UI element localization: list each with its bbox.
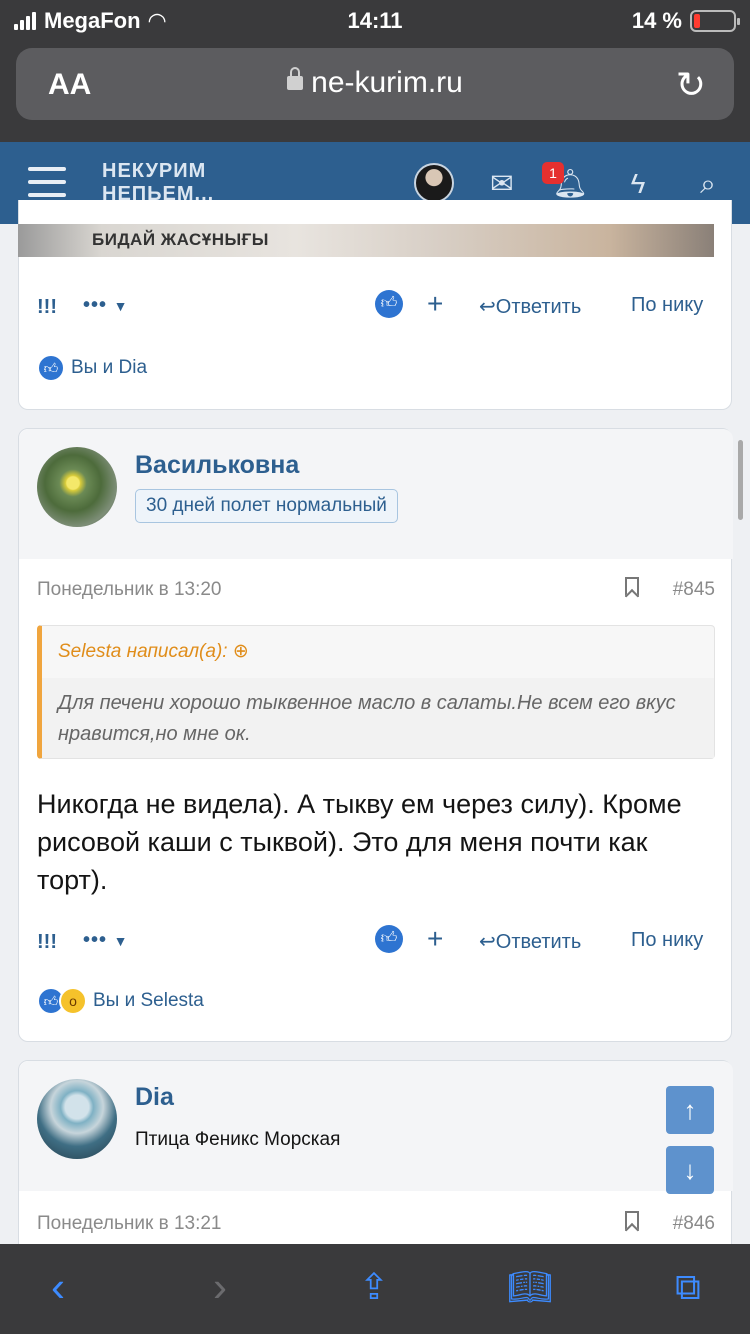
like-button[interactable]: 👍︎ [375,290,403,318]
bookmark-icon[interactable] [625,1211,639,1231]
image-caption: БИДАЙ ЖАСҰНЫҒЫ [92,230,269,249]
scroll-up-button[interactable]: ↑ [666,1086,714,1134]
more-dots: ••• [83,929,108,951]
post-meta: Понедельник в 13:21 #846 [37,1209,715,1239]
post-card-846: Dia Птица Феникс Морская Понедельник в 1… [18,1060,733,1260]
back-icon[interactable]: ‹ [28,1262,88,1312]
reactions-text: Вы и Selesta [93,990,204,1011]
arrow-down-icon: ↓ [683,1155,697,1185]
status-bar: MegaFon ◠ 14:11 14 % [0,0,750,42]
multiquote-button[interactable]: + [427,288,443,320]
like-button[interactable]: 👍︎ [375,925,403,953]
forward-icon[interactable]: › [190,1262,250,1312]
quote-author: Selesta написал(а): [58,641,228,662]
quote-text: Для печени хорошо тыквенное масло в сала… [42,678,714,758]
user-title: Птица Феникс Морская [135,1129,341,1150]
more-dots: ••• [83,294,108,316]
reactions-summary[interactable]: 👍︎ o Вы и Selesta [37,985,204,1017]
username[interactable]: Dia [135,1083,174,1112]
search-icon[interactable]: ⌕ [688,164,728,204]
by-nick-button[interactable]: По нику [631,294,703,317]
user-title-badge: 30 дней полет нормальный [135,489,398,523]
post-body: Никогда не видела). А тыкву ем через сил… [37,789,682,895]
by-nick-button[interactable]: По нику [631,929,703,952]
chevron-down-icon: ▼ [113,298,129,314]
scroll-down-button[interactable]: ↓ [666,1146,714,1194]
user-avatar[interactable] [37,1079,117,1159]
like-reaction-icon: 👍︎ [37,354,65,382]
reactions-summary[interactable]: 👍︎ Вы и Dia [37,352,147,384]
post-user-block: Dia Птица Феникс Морская [19,1061,733,1191]
reply-label: Ответить [495,931,582,953]
post-date[interactable]: Понедельник в 13:20 [37,579,222,601]
url-text: ne-kurim.ru [311,66,463,99]
thumbs-up-icon: 👍︎ [380,295,398,312]
post-card-845: Васильковна 30 дней полет нормальный Пон… [18,428,733,1042]
tabs-icon[interactable]: ⧉ [658,1262,718,1312]
more-menu-button[interactable]: ••• ▼ [83,294,128,317]
more-menu-button[interactable]: ••• ▼ [83,929,128,952]
quote-header[interactable]: Selesta написал(а): ⊕ [58,640,249,663]
reply-label: Ответить [495,296,582,318]
report-button[interactable]: !!! [37,931,57,954]
thumbs-up-icon: 👍︎ [380,930,398,947]
reply-button[interactable]: ↩Ответить [479,294,581,319]
notification-badge: 1 [542,162,564,184]
chevron-down-icon: ▼ [113,933,129,949]
browser-chrome-top: MegaFon ◠ 14:11 14 % AA ne-kurim.ru ↻ [0,0,750,142]
quote-block: Selesta написал(а): ⊕ Для печени хорошо … [37,625,715,759]
reply-icon: ↩ [479,931,496,953]
scrollbar[interactable] [738,440,743,520]
logo-line-1: НЕКУРИМ [102,160,207,182]
user-avatar[interactable] [37,447,117,527]
post-user-block: Васильковна 30 дней полет нормальный [19,429,733,559]
post-meta: Понедельник в 13:20 #845 [37,575,715,605]
post-number[interactable]: #845 [673,579,715,601]
post-actions: !!! ••• ▼ 👍︎ + ↩Ответить По нику [19,923,733,963]
wow-reaction-icon: o [59,987,87,1015]
reload-icon[interactable]: ↻ [676,64,706,106]
battery-icon [690,10,740,32]
lock-icon [287,67,304,90]
battery: 14 % [631,8,740,34]
report-button[interactable]: !!! [37,296,57,319]
post-actions: !!! ••• ▼ 👍︎ + ↩Ответить По нику [19,288,733,328]
multiquote-button[interactable]: + [427,923,443,955]
post-date[interactable]: Понедельник в 13:21 [37,1213,222,1235]
username[interactable]: Васильковна [135,451,299,480]
post-image[interactable]: БИДАЙ ЖАСҰНЫҒЫ [18,224,714,257]
bookmark-icon[interactable] [625,577,639,597]
browser-toolbar: ‹ › ⇪ 📖︎ ⧉ [0,1244,750,1334]
battery-percent: 14 % [631,8,682,33]
reply-button[interactable]: ↩Ответить [479,929,581,954]
arrow-up-circle-icon[interactable]: ⊕ [233,641,249,662]
reply-icon: ↩ [479,296,496,318]
url-display[interactable]: ne-kurim.ru [16,66,734,100]
bookmarks-icon[interactable]: 📖︎ [500,1262,560,1312]
account-avatar[interactable] [414,163,454,203]
address-bar[interactable]: AA ne-kurim.ru ↻ [16,48,734,120]
reactions-text: Вы и Dia [71,357,148,378]
lightning-icon[interactable]: ϟ [618,164,658,204]
arrow-up-icon: ↑ [683,1095,697,1125]
share-icon[interactable]: ⇪ [344,1262,404,1312]
inbox-icon[interactable]: ✉ [482,164,522,204]
post-number[interactable]: #846 [673,1213,715,1235]
